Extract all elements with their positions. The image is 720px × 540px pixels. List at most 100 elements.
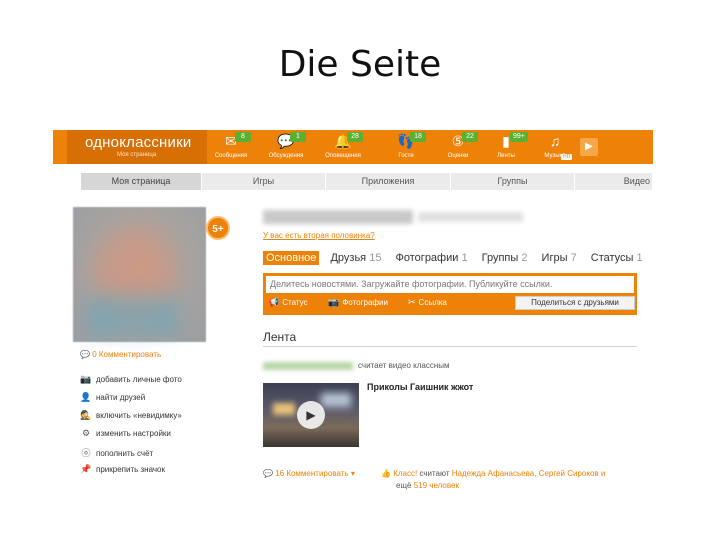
action-label: добавить личные фото (96, 375, 182, 384)
feed-comment-link[interactable]: 💬 16 Комментировать ▾ (263, 469, 355, 478)
nav-messages[interactable]: ✉ 8 Сообщения (206, 130, 256, 164)
feed-divider (263, 346, 637, 347)
tab-count: 2 (521, 252, 528, 264)
more-count-link[interactable]: 519 человек (414, 481, 459, 490)
share-with-friends-button[interactable]: Поделиться с друзьями (515, 296, 635, 310)
feed-title: Лента (263, 330, 297, 344)
action-invisible[interactable]: 🕵 включить «невидимку» (80, 410, 182, 428)
tab-statuses[interactable]: Статусы 1 (588, 251, 646, 265)
nav-label: Гости (398, 153, 414, 159)
post-action-label: Ссылка (418, 298, 447, 307)
more-prefix: ещё (396, 481, 412, 490)
site-logo[interactable]: одноклассники (85, 134, 191, 151)
tab-friends[interactable]: Друзья 15 (327, 251, 384, 265)
tab-groups[interactable]: Группы 2 (479, 251, 531, 265)
nav-label: Оповещения (325, 153, 361, 159)
incognito-icon: 🕵 (80, 410, 92, 420)
guests-badge: 18 (410, 132, 426, 142)
feed-comment-label: 16 Комментировать (275, 469, 349, 478)
tab-label: Статусы (590, 252, 634, 264)
profile-info-redacted (418, 212, 523, 222)
second-half-link[interactable]: У вас есть вторая половинка? (263, 231, 375, 240)
feed-icon: ▮ (502, 133, 510, 149)
music-hd-tag: HD (561, 154, 573, 160)
class-label[interactable]: Класс! (393, 469, 417, 478)
like-hand-icon: 👍 (381, 469, 391, 478)
nav-ratings[interactable]: ⑤ 22 Оценки (433, 130, 483, 164)
tab-label: Друзья (330, 252, 367, 264)
tab-games[interactable]: Игры 7 (539, 251, 580, 265)
post-status-button[interactable]: 📢 Статус (268, 297, 308, 308)
post-composer: Делитесь новостями. Загружайте фотографи… (263, 273, 637, 315)
tab-photos[interactable]: Фотографии 1 (393, 251, 471, 265)
nav-notifications[interactable]: 🔔 28 Оповещения (318, 130, 368, 164)
comment-icon: 💬 (80, 350, 90, 359)
action-pin-badge[interactable]: 📌 прикрепить значок (80, 464, 182, 482)
tab-applications[interactable]: Приложения (326, 173, 451, 190)
nav-music[interactable]: ♫ Музыка (530, 130, 580, 164)
left-comment-link[interactable]: 💬 0 Комментировать (80, 350, 161, 359)
tab-main[interactable]: Основное (263, 251, 320, 265)
feed-action-text: считает видео классным (358, 361, 450, 370)
secondary-navigation: Моя страница Игры Приложения Группы Виде… (81, 173, 653, 190)
tab-label: Группы (481, 252, 519, 264)
action-label: включить «невидимку» (96, 411, 182, 420)
action-label: найти друзей (96, 393, 146, 402)
tab-count: 15 (369, 252, 382, 264)
gear-icon: ⚙ (81, 428, 91, 438)
nav-feeds[interactable]: ▮ 99+ Ленты (481, 130, 531, 164)
video-play-icon[interactable]: ▶ (297, 401, 325, 429)
nav-discussions[interactable]: 💬 1 Обсуждения (261, 130, 311, 164)
camera-icon: 📷 (80, 374, 92, 384)
top-navigation-bar: одноклассники Моя страница ✉ 8 Сообщения… (53, 130, 653, 164)
ratings-badge: 22 (462, 132, 478, 142)
action-find-friends[interactable]: 👤 найти друзей (80, 392, 182, 410)
tab-label: Основное (266, 252, 317, 264)
profile-actions-list: 📷 добавить личные фото 👤 найти друзей 🕵 вкл… (80, 374, 182, 482)
video-title[interactable]: Приколы Гаишник жжот (367, 382, 473, 392)
tab-video[interactable]: Видео (575, 173, 653, 190)
feeds-badge: 99+ (510, 132, 528, 142)
tab-games[interactable]: Игры (202, 173, 326, 190)
feed-likes-more: ещё 519 человек (396, 481, 459, 490)
action-add-photo[interactable]: 📷 добавить личные фото (80, 374, 182, 392)
odnoklassniki-screenshot: одноклассники Моя страница ✉ 8 Сообщения… (53, 130, 653, 490)
post-input[interactable]: Делитесь новостями. Загружайте фотографи… (266, 276, 634, 293)
logo-block[interactable]: одноклассники Моя страница (67, 130, 207, 164)
post-link-button[interactable]: ✂ Ссылка (408, 297, 447, 308)
nav-label: Ленты (497, 153, 515, 159)
tab-groups[interactable]: Группы (451, 173, 575, 190)
notifications-badge: 28 (347, 132, 363, 142)
profile-name-redacted (263, 210, 413, 224)
music-play-button[interactable]: ▶ (580, 138, 598, 156)
my-page-label[interactable]: Моя страница (117, 152, 156, 158)
camera-icon: 📷 (328, 297, 340, 307)
nav-guests[interactable]: 👣 18 Гости (381, 130, 431, 164)
discussions-badge: 1 (290, 132, 306, 142)
post-photos-button[interactable]: 📷 Фотографии (328, 297, 388, 308)
action-label: прикрепить значок (96, 465, 165, 474)
nav-label: Обсуждения (268, 153, 304, 159)
action-settings[interactable]: ⚙ изменить настройки (80, 428, 182, 446)
music-note-icon: ♫ (549, 133, 561, 149)
action-label: изменить настройки (96, 429, 171, 438)
comment-icon: 💬 (263, 469, 273, 478)
play-icon: ▶ (585, 141, 593, 152)
post-action-label: Статус (282, 298, 308, 307)
video-thumbnail[interactable]: ▶ (263, 383, 359, 447)
feed-user-redacted[interactable] (263, 362, 353, 370)
nav-label: Музыка (544, 153, 566, 159)
friends-icon: 👤 (80, 392, 92, 402)
thumbnail-detail (273, 403, 295, 415)
coin-icon: ⓞ (81, 448, 91, 458)
class-names[interactable]: Надежда Афанасьева, Сергей Сироков и (452, 469, 606, 478)
action-top-up[interactable]: ⓞ пополнить счёт (80, 446, 182, 464)
tab-count: 7 (570, 252, 577, 264)
slide-title: Die Seite (278, 44, 442, 85)
tab-label: Фотографии (395, 252, 459, 264)
five-plus-badge[interactable]: 5+ (206, 216, 230, 240)
messages-badge: 8 (235, 132, 251, 142)
tab-count: 1 (461, 252, 468, 264)
class-verb: считают (419, 469, 450, 478)
tab-my-page[interactable]: Моя страница (81, 173, 202, 190)
